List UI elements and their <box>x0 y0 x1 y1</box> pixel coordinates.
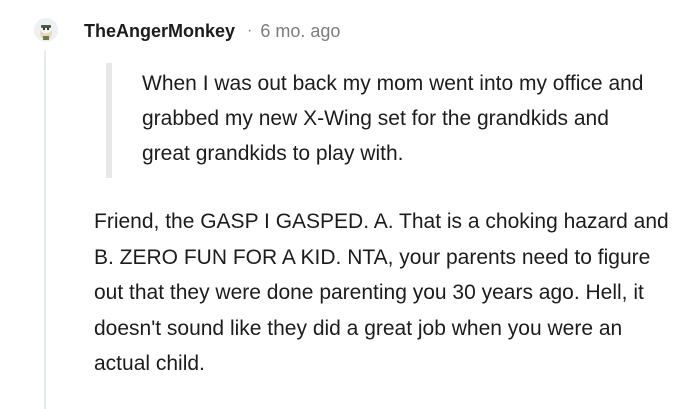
comment-header: TheAngerMonkey · 6 mo. ago <box>84 19 340 43</box>
quote-text: When I was out back my mom went into my … <box>142 72 644 165</box>
thread-line[interactable] <box>44 50 46 409</box>
comment-timestamp[interactable]: 6 mo. ago <box>260 21 340 42</box>
user-avatar[interactable] <box>34 18 58 42</box>
blockquote: When I was out back my mom went into my … <box>106 63 666 178</box>
comment-body: Friend, the GASP I GASPED. A. That is a … <box>94 210 669 375</box>
meta-separator: · <box>247 22 253 39</box>
username-link[interactable]: TheAngerMonkey <box>84 21 235 42</box>
snoo-avatar-icon <box>34 18 58 42</box>
